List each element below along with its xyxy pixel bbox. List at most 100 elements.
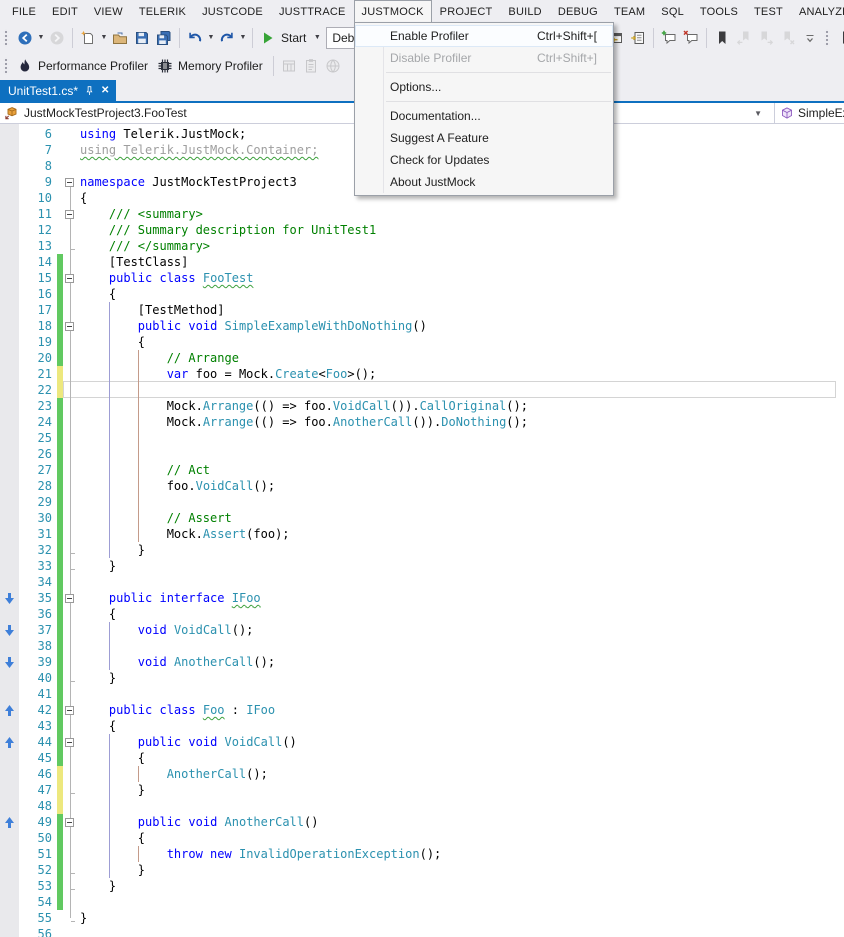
toolbar-options-button[interactable] xyxy=(799,27,821,49)
menu-item-enable-profiler[interactable]: Enable ProfilerCtrl+Shift+[ xyxy=(355,25,613,47)
code-line[interactable]: { xyxy=(80,334,145,350)
menu-tools[interactable]: TOOLS xyxy=(692,0,746,23)
open-file-button[interactable] xyxy=(109,27,131,49)
navigate-backward-dropdown[interactable]: ▼ xyxy=(36,27,46,49)
code-line[interactable]: } xyxy=(80,878,116,894)
code-line[interactable]: public void AnotherCall() xyxy=(80,814,318,830)
menu-item-suggest-a-feature[interactable]: Suggest A Feature xyxy=(355,127,613,149)
breadcrumb-member-dropdown[interactable]: SimpleExam xyxy=(774,103,844,123)
code-line[interactable]: // Arrange xyxy=(80,350,239,366)
disabled-tool-button-1[interactable] xyxy=(278,55,300,77)
code-line[interactable]: public class FooTest xyxy=(80,270,253,286)
close-icon[interactable]: ✕ xyxy=(101,86,109,96)
disabled-tool-button-2[interactable] xyxy=(300,55,322,77)
toggle-bookmark-button[interactable] xyxy=(711,27,733,49)
fold-collapse-toggle[interactable] xyxy=(65,706,74,715)
menu-project[interactable]: PROJECT xyxy=(432,0,501,23)
code-line[interactable]: { xyxy=(80,718,116,734)
clipped-toolbar-icon[interactable] xyxy=(835,27,844,49)
toolbar-grip[interactable] xyxy=(3,29,9,47)
save-button[interactable] xyxy=(131,27,153,49)
go-to-interface-icon[interactable] xyxy=(3,736,16,749)
new-file-dropdown[interactable]: ▼ xyxy=(99,27,109,49)
code-line[interactable]: using Telerik.JustMock.Container; xyxy=(80,142,318,158)
code-line[interactable]: } xyxy=(80,558,116,574)
code-line[interactable]: void VoidCall(); xyxy=(80,622,253,638)
go-to-implementation-icon[interactable] xyxy=(3,656,16,669)
code-line[interactable]: var foo = Mock.Create<Foo>(); xyxy=(80,366,376,382)
menu-edit[interactable]: EDIT xyxy=(44,0,86,23)
fold-collapse-toggle[interactable] xyxy=(65,322,74,331)
code-line[interactable]: } xyxy=(80,910,87,926)
code-line[interactable]: foo.VoidCall(); xyxy=(80,478,275,494)
code-line[interactable]: namespace JustMockTestProject3 xyxy=(80,174,297,190)
menu-sql[interactable]: SQL xyxy=(653,0,692,23)
menu-item-options[interactable]: Options... xyxy=(355,76,613,98)
fold-collapse-toggle[interactable] xyxy=(65,210,74,219)
code-line[interactable]: [TestClass] xyxy=(80,254,188,270)
pin-icon[interactable] xyxy=(84,85,95,96)
code-line[interactable]: { xyxy=(80,286,116,302)
menu-file[interactable]: FILE xyxy=(4,0,44,23)
navigate-backward-button[interactable] xyxy=(14,27,36,49)
previous-bookmark-button[interactable] xyxy=(733,27,755,49)
menu-debug[interactable]: DEBUG xyxy=(550,0,606,23)
code-line[interactable]: } xyxy=(80,782,145,798)
code-line[interactable]: /// <summary> xyxy=(80,206,203,222)
redo-button[interactable] xyxy=(216,27,238,49)
add-comment-button[interactable] xyxy=(658,27,680,49)
memory-profiler-button[interactable]: Memory Profiler xyxy=(154,55,269,77)
code-line[interactable]: public interface IFoo xyxy=(80,590,261,606)
fold-collapse-toggle[interactable] xyxy=(65,738,74,747)
code-line[interactable]: /// </summary> xyxy=(80,238,210,254)
clear-bookmarks-button[interactable] xyxy=(777,27,799,49)
document-outline-button[interactable] xyxy=(627,27,649,49)
menu-build[interactable]: BUILD xyxy=(500,0,549,23)
navigate-forward-button[interactable] xyxy=(46,27,68,49)
redo-dropdown[interactable]: ▼ xyxy=(238,27,248,49)
fold-collapse-toggle[interactable] xyxy=(65,818,74,827)
menu-item-check-for-updates[interactable]: Check for Updates xyxy=(355,149,613,171)
next-bookmark-button[interactable] xyxy=(755,27,777,49)
performance-profiler-button[interactable]: Performance Profiler xyxy=(14,55,154,77)
start-dropdown[interactable]: ▼ xyxy=(312,27,322,49)
code-line[interactable]: } xyxy=(80,670,116,686)
undo-button[interactable] xyxy=(184,27,206,49)
code-line[interactable]: { xyxy=(80,190,87,206)
fold-collapse-toggle[interactable] xyxy=(65,274,74,283)
code-line[interactable]: public void SimpleExampleWithDoNothing() xyxy=(80,318,427,334)
code-line[interactable]: throw new InvalidOperationException(); xyxy=(80,846,441,862)
go-to-interface-icon[interactable] xyxy=(3,704,16,717)
menu-view[interactable]: VIEW xyxy=(86,0,131,23)
menu-justcode[interactable]: JUSTCODE xyxy=(194,0,271,23)
toolbar-grip[interactable] xyxy=(824,29,830,47)
fold-collapse-toggle[interactable] xyxy=(65,594,74,603)
code-line[interactable]: Mock.Arrange(() => foo.AnotherCall()).Do… xyxy=(80,414,528,430)
go-to-interface-icon[interactable] xyxy=(3,816,16,829)
code-line[interactable]: } xyxy=(80,862,145,878)
menu-item-documentation[interactable]: Documentation... xyxy=(355,105,613,127)
go-to-implementation-icon[interactable] xyxy=(3,592,16,605)
menu-item-about-justmock[interactable]: About JustMock xyxy=(355,171,613,193)
fold-collapse-toggle[interactable] xyxy=(65,178,74,187)
remove-comment-button[interactable] xyxy=(680,27,702,49)
menu-test[interactable]: TEST xyxy=(746,0,791,23)
code-line[interactable]: public void VoidCall() xyxy=(80,734,297,750)
code-line[interactable]: Mock.Arrange(() => foo.VoidCall()).CallO… xyxy=(80,398,528,414)
code-line[interactable]: { xyxy=(80,750,145,766)
undo-dropdown[interactable]: ▼ xyxy=(206,27,216,49)
code-line[interactable]: AnotherCall(); xyxy=(80,766,268,782)
code-line[interactable]: /// Summary description for UnitTest1 xyxy=(80,222,376,238)
code-line[interactable]: // Assert xyxy=(80,510,232,526)
menu-justtrace[interactable]: JUSTTRACE xyxy=(271,0,354,23)
code-line[interactable]: Mock.Assert(foo); xyxy=(80,526,290,542)
code-line[interactable]: } xyxy=(80,542,145,558)
go-to-implementation-icon[interactable] xyxy=(3,624,16,637)
chevron-down-icon[interactable]: ▼ xyxy=(748,109,768,118)
menu-team[interactable]: TEAM xyxy=(606,0,653,23)
toolbar-grip[interactable] xyxy=(3,57,9,75)
start-debugging-button[interactable]: Start xyxy=(257,27,312,49)
code-editor[interactable]: 6using Telerik.JustMock;7using Telerik.J… xyxy=(0,124,844,937)
code-line[interactable]: // Act xyxy=(80,462,210,478)
save-all-button[interactable] xyxy=(153,27,175,49)
